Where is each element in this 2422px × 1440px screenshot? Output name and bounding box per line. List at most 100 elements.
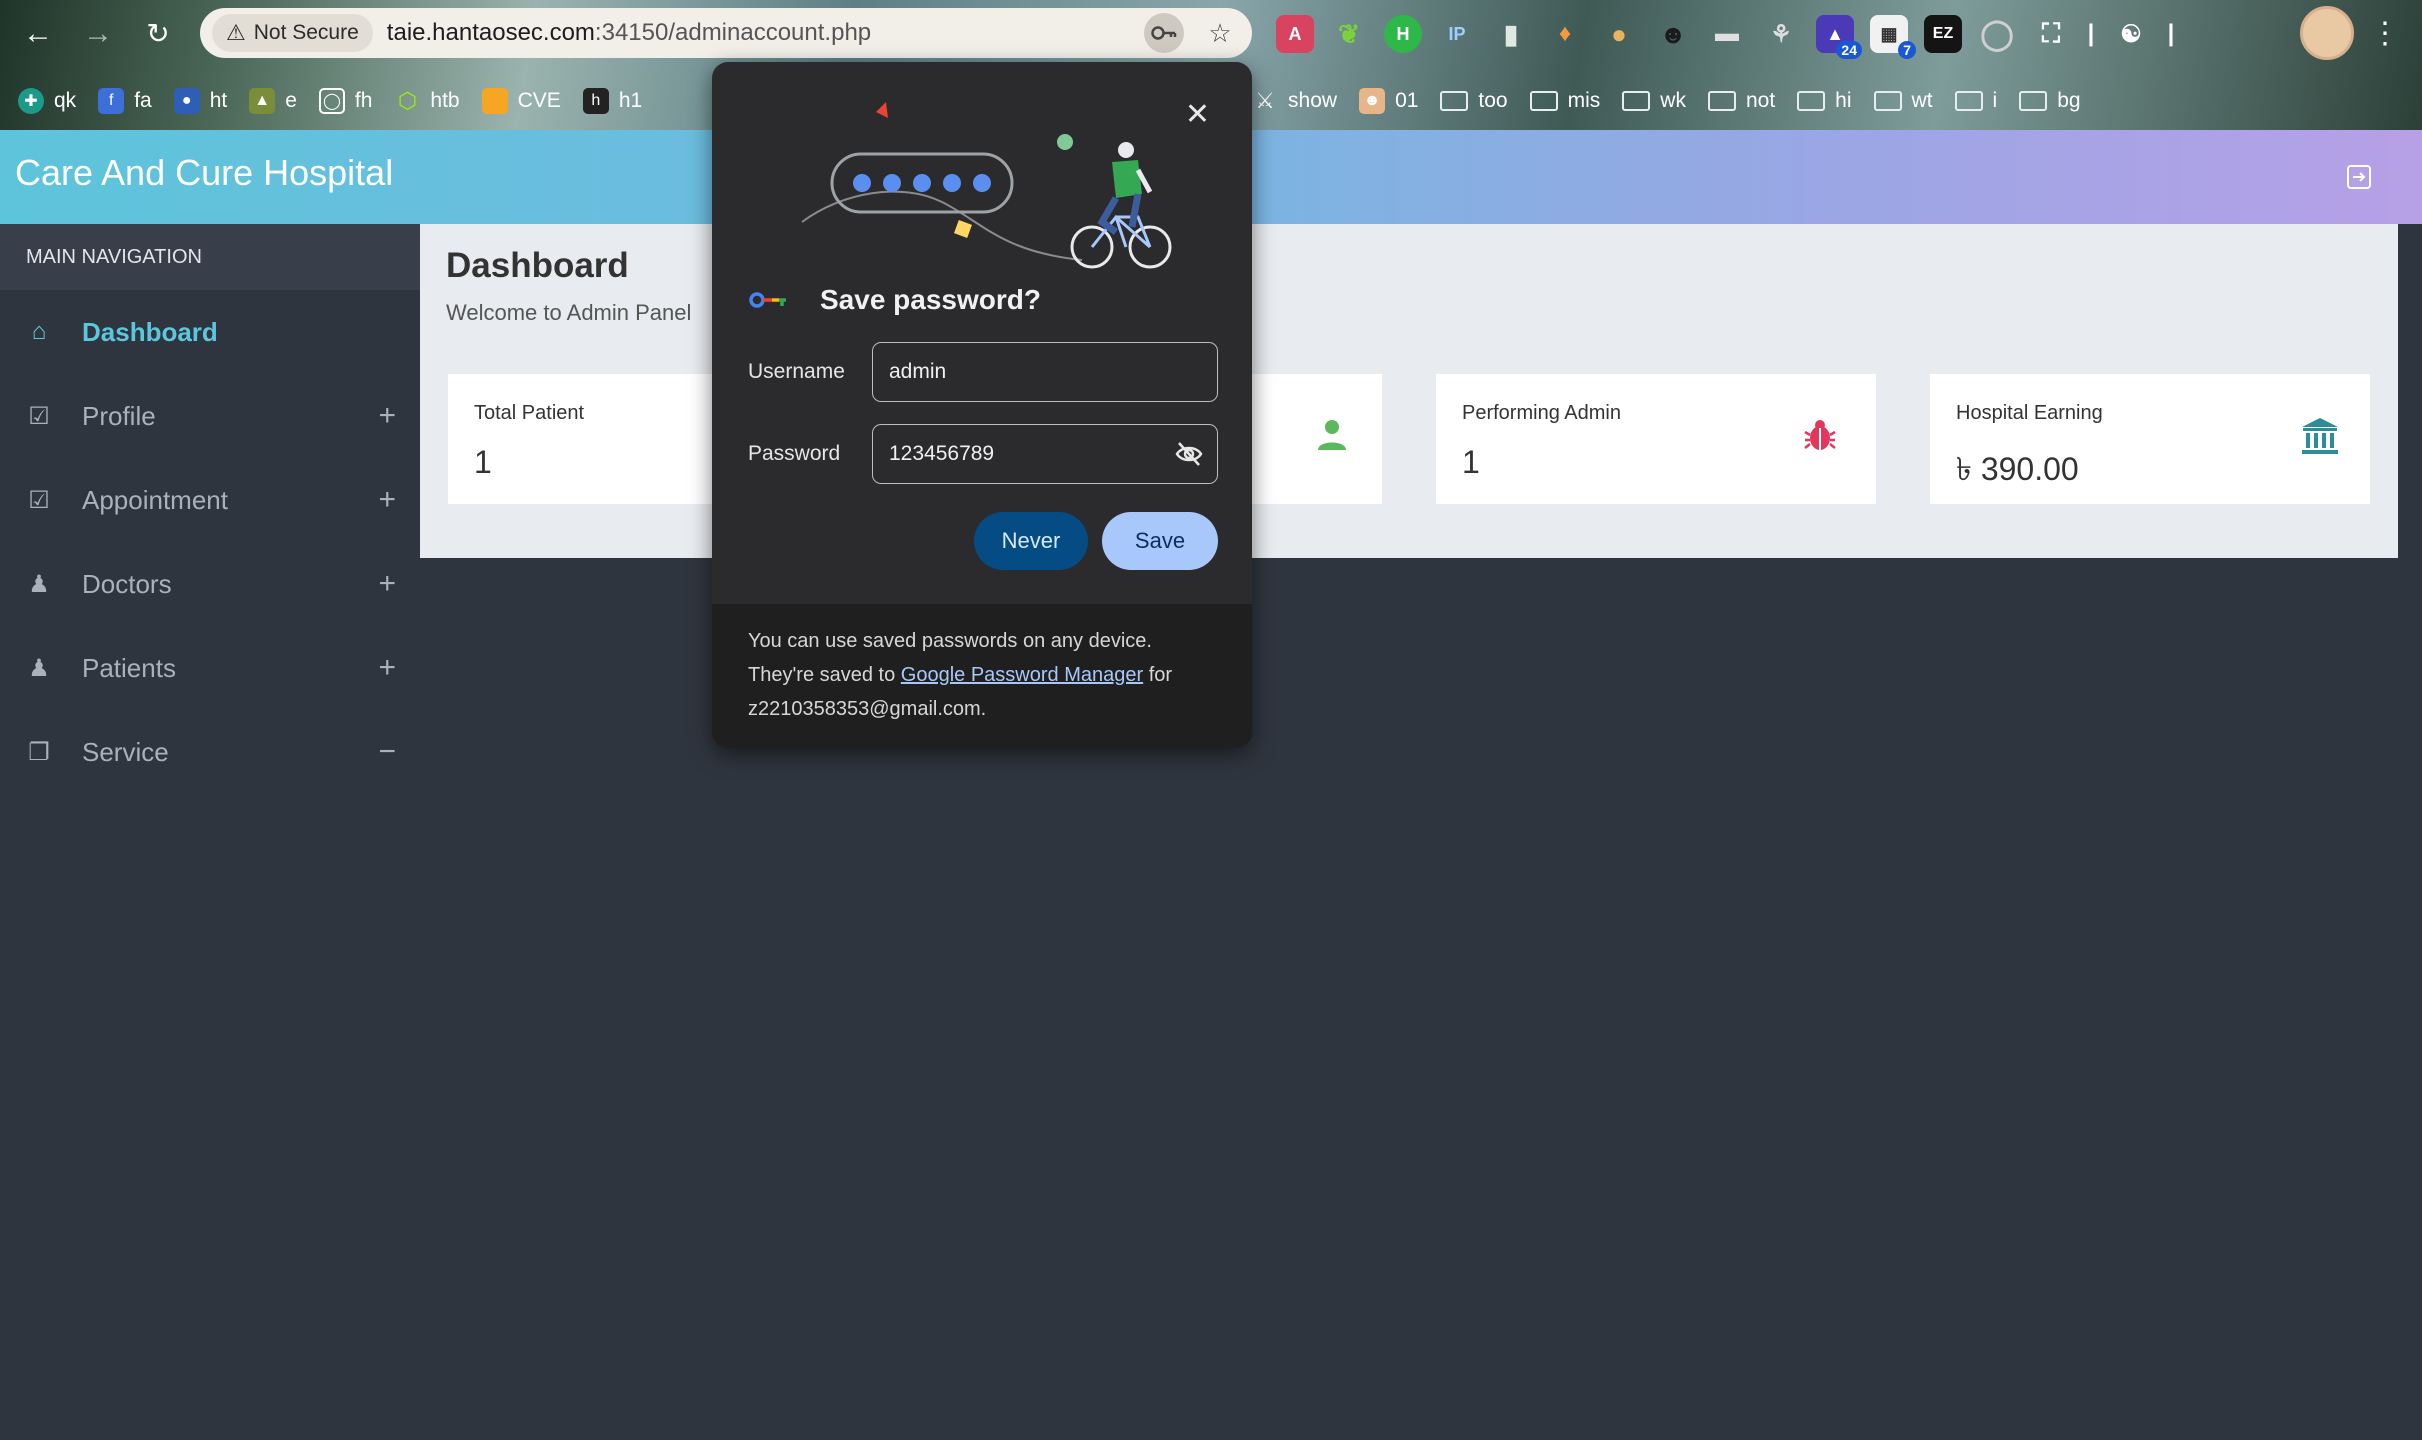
close-icon[interactable]: ✕ <box>1185 100 1210 130</box>
copy-icon: ❐ <box>28 738 50 766</box>
sidebar-item-label: Dashboard <box>82 316 218 347</box>
eye-off-icon[interactable] <box>1175 441 1203 467</box>
extension-cookie-icon[interactable]: ● <box>1600 15 1638 53</box>
folder-icon <box>1440 91 1469 111</box>
bookmark-item[interactable]: ⬡ htb <box>394 88 460 114</box>
sidebar-item-label: Profile <box>82 400 156 431</box>
password-key-icon[interactable] <box>1144 13 1184 53</box>
bookmark-folder[interactable]: bg <box>2019 89 2081 113</box>
extensions-puzzle-icon[interactable]: ⛶ <box>2032 15 2070 53</box>
extension-figure-icon[interactable]: ⚘ <box>1762 15 1800 53</box>
extension-hat-icon[interactable]: ▬ <box>1708 15 1746 53</box>
bookmark-folder[interactable]: mis <box>1529 89 1600 113</box>
bug-icon <box>1800 416 1840 456</box>
extension-bottle-icon[interactable]: ▮ <box>1492 15 1530 53</box>
bookmark-item[interactable]: ☻ 01 <box>1359 88 1418 114</box>
sidebar-item-appointment[interactable]: ☑ Appointment + <box>0 458 420 542</box>
stat-value: ৳ 390.00 <box>1956 451 2079 487</box>
calendar-check-icon: ☑ <box>28 402 50 430</box>
security-chip-label: Not Secure <box>253 21 359 44</box>
bookmark-folder[interactable]: not <box>1707 89 1775 113</box>
bookmark-folder[interactable]: wk <box>1622 89 1686 113</box>
bookmark-folder[interactable]: wt <box>1873 89 1933 113</box>
stat-value: 1 <box>474 444 492 480</box>
collapse-icon[interactable]: − <box>378 735 396 769</box>
bookmark-item[interactable]: ● ht <box>173 88 227 114</box>
bookmark-item[interactable]: ◯ fh <box>318 88 372 114</box>
calendar-check-icon: ☑ <box>28 486 50 514</box>
page-subtitle: Welcome to Admin Panel <box>446 300 692 325</box>
bookmark-folder[interactable]: hi <box>1797 89 1852 113</box>
extension-translate-icon[interactable]: A <box>1276 15 1314 53</box>
username-label: Username <box>748 360 845 383</box>
logout-icon[interactable] <box>2344 162 2374 192</box>
stat-label: Hospital Earning <box>1956 402 2103 424</box>
password-manager-link[interactable]: Google Password Manager <box>901 664 1143 686</box>
expand-icon[interactable]: + <box>378 483 396 517</box>
folder-icon <box>1797 91 1826 111</box>
bookmark-folder[interactable]: too <box>1440 89 1508 113</box>
extension-puzzle-color-icon[interactable]: ♦ <box>1546 15 1584 53</box>
bookmark-item[interactable]: ⚔ show <box>1252 88 1337 114</box>
toolbar-separator: | <box>2167 20 2175 47</box>
folder-icon <box>1707 91 1736 111</box>
username-field[interactable]: admin <box>872 342 1218 402</box>
extension-graduate-icon[interactable]: ▲ 24 <box>1816 15 1862 59</box>
bookmark-favicon: ● <box>173 88 200 114</box>
extension-qr-icon[interactable]: ▦ 7 <box>1870 15 1916 59</box>
folder-icon <box>1873 91 1902 111</box>
bookmark-item[interactable]: ▲ e <box>249 88 297 114</box>
dialog-footer: You can use saved passwords on any devic… <box>712 604 1252 748</box>
reload-icon[interactable]: ↻ <box>138 14 178 54</box>
extension-leaf-icon[interactable]: ❦ <box>1330 15 1368 53</box>
sidebar-item-service[interactable]: ❐ Service − <box>0 710 420 794</box>
sidebar-item-profile[interactable]: ☑ Profile + <box>0 374 420 458</box>
bookmark-folder[interactable]: i <box>1954 89 1997 113</box>
bookmark-item[interactable]: CVE <box>481 88 561 114</box>
expand-icon[interactable]: + <box>378 567 396 601</box>
never-button[interactable]: Never <box>974 512 1088 570</box>
bookmark-item[interactable]: f fa <box>98 88 152 114</box>
bookmark-favicon: ◯ <box>318 88 345 114</box>
page-title: Dashboard <box>446 246 629 285</box>
extension-spy-icon[interactable]: ☻ <box>1654 15 1692 53</box>
password-field[interactable]: 123456789 <box>872 424 1218 484</box>
extension-circle-icon[interactable]: H <box>1384 15 1422 53</box>
folder-icon <box>1954 91 1983 111</box>
bookmark-item[interactable]: ✚ qk <box>18 88 76 114</box>
bookmark-favicon: ▲ <box>249 88 276 114</box>
url-text[interactable]: taie.hantaosec.com:34150/adminaccount.ph… <box>387 19 871 47</box>
toolbar-separator: | <box>2087 20 2095 47</box>
folder-icon <box>2019 91 2048 111</box>
sidebar-item-patients[interactable]: ♟ Patients + <box>0 626 420 710</box>
expand-icon[interactable]: + <box>378 399 396 433</box>
extension-ring-icon[interactable]: ◯ <box>1978 15 2016 53</box>
password-label: Password <box>748 442 841 465</box>
security-chip[interactable]: ⚠ Not Secure <box>212 14 373 52</box>
stat-value: 1 <box>1462 444 1480 480</box>
bookmark-item[interactable]: h h1 <box>582 88 642 114</box>
sidebar-item-label: Service <box>82 736 169 767</box>
expand-icon[interactable]: + <box>378 651 396 685</box>
folder-icon <box>1529 91 1558 111</box>
address-bar[interactable]: ⚠ Not Secure taie.hantaosec.com:34150/ad… <box>200 8 1252 58</box>
sidebar-item-label: Doctors <box>82 568 172 599</box>
sidebar-item-doctors[interactable]: ♟ Doctors + <box>0 542 420 626</box>
footer-account: z2210358353@gmail.com. <box>748 698 987 720</box>
sidebar-item-label: Patients <box>82 652 176 683</box>
profile-avatar[interactable] <box>2300 6 2354 60</box>
save-button[interactable]: Save <box>1102 512 1218 570</box>
app-title[interactable]: Care And Cure Hospital <box>15 152 393 194</box>
forward-icon[interactable]: → <box>78 14 118 54</box>
incognito-icon[interactable]: ☯ <box>2112 15 2150 53</box>
back-icon[interactable]: ← <box>18 14 58 54</box>
user-plus-icon: ♟ <box>28 570 50 598</box>
extension-ip-icon[interactable]: IP <box>1438 15 1476 53</box>
sidebar: MAIN NAVIGATION ⌂ Dashboard ☑ Profile + … <box>0 224 420 1440</box>
extension-ez-icon[interactable]: EZ <box>1924 15 1962 53</box>
bookmark-favicon: ⬡ <box>397 88 418 113</box>
bookmark-star-icon[interactable]: ☆ <box>1200 13 1240 53</box>
browser-menu-icon[interactable]: ⋮ <box>2370 14 2400 54</box>
bank-icon <box>2300 416 2340 456</box>
sidebar-item-dashboard[interactable]: ⌂ Dashboard <box>0 290 420 374</box>
